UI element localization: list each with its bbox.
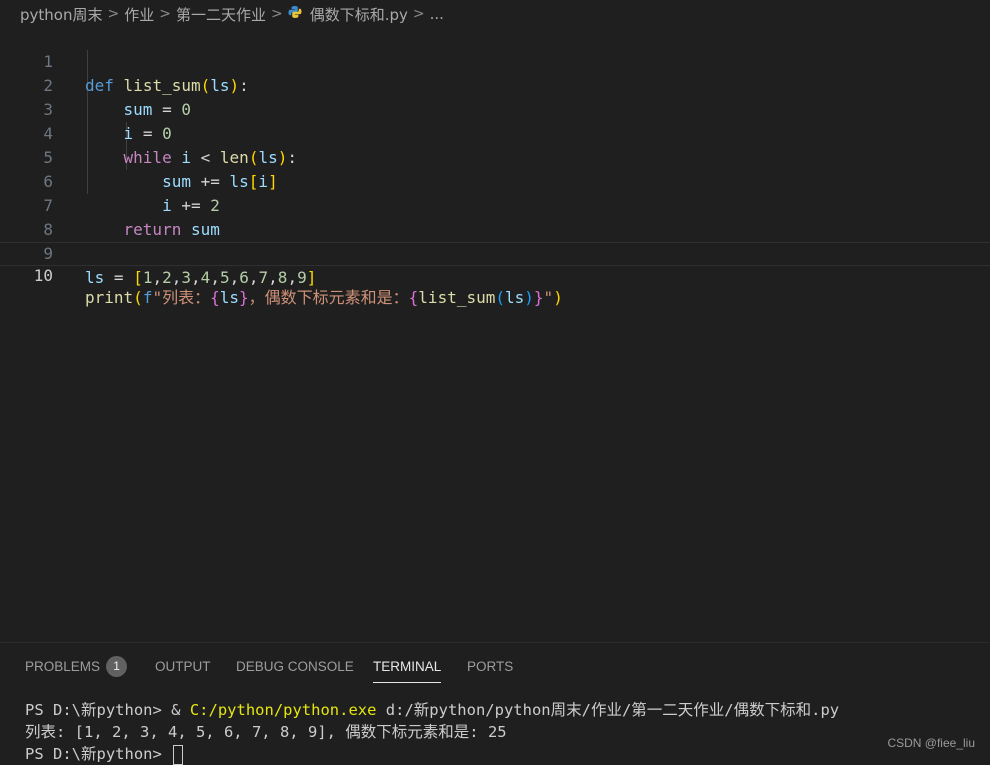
breadcrumb-item-python-weekend[interactable]: python周末 [20, 4, 102, 25]
breadcrumb-item-day-folder[interactable]: 第一二天作业 [176, 4, 266, 25]
code-line[interactable]: 1 def list_sum(ls): [0, 26, 990, 95]
tab-debug-console[interactable]: DEBUG CONSOLE [236, 656, 354, 682]
number-token: 8 [277, 268, 288, 287]
terminal-prompt: PS D:\新python> [25, 701, 172, 719]
number-token: 5 [219, 268, 230, 287]
function-token: list_sum [418, 288, 496, 307]
terminal-output[interactable]: PS D:\新python> & C:/python/python.exe d:… [25, 699, 839, 765]
breadcrumb-item-file[interactable]: 偶数下标和.py [310, 4, 408, 25]
chevron-right-icon: > [107, 6, 120, 22]
terminal-prompt: PS D:\新python> [25, 745, 172, 763]
terminal-exe-path: C:/python/python.exe [189, 701, 377, 719]
string-token: "列表： [152, 288, 211, 307]
code-line[interactable]: 8 [0, 194, 990, 239]
number-token: 7 [258, 268, 269, 287]
number-token: 6 [239, 268, 249, 287]
terminal-operator: & [171, 701, 190, 719]
chevron-right-icon: > [412, 6, 425, 22]
breadcrumb-item-homework[interactable]: 作业 [124, 4, 154, 25]
terminal-line: PS D:\新python> [25, 743, 839, 765]
code-line[interactable]: 7 return sum [0, 170, 990, 239]
tab-ports[interactable]: PORTS [467, 656, 513, 682]
code-line[interactable]: 2 sum = 0 [0, 50, 990, 119]
variable-token: ls [85, 268, 105, 287]
terminal-script-path: d:/新python/python周末/作业/第一二天作业/偶数下标和.py [376, 701, 840, 719]
chevron-right-icon: > [270, 6, 283, 22]
code-editor[interactable]: 1 def list_sum(ls): 2 sum = 0 3 i = 0 4 … [0, 26, 990, 642]
python-icon [288, 5, 302, 23]
bottom-panel: PROBLEMS 1 OUTPUT DEBUG CONSOLE TERMINAL … [0, 642, 990, 765]
string-token: ，偶数下标元素和是： [248, 288, 409, 307]
tab-output[interactable]: OUTPUT [155, 656, 211, 682]
problems-count-badge: 1 [106, 655, 128, 677]
code-line[interactable]: 5 sum += ls[i] [0, 122, 990, 191]
string-token: " [543, 288, 554, 307]
code-line[interactable]: 6 i += 2 [0, 146, 990, 215]
code-line[interactable]: 9 ls = [1,2,3,4,5,6,7,8,9] [0, 218, 990, 287]
fstring-prefix-token: f [142, 288, 153, 307]
terminal-cursor [173, 744, 184, 765]
number-token: 3 [181, 268, 192, 287]
number-token: 4 [200, 268, 211, 287]
code-line[interactable]: 4 while i < len(ls): [0, 98, 990, 167]
tab-problems[interactable]: PROBLEMS 1 [25, 655, 128, 682]
variable-token: ls [505, 288, 525, 307]
terminal-line: PS D:\新python> & C:/python/python.exe d:… [25, 699, 839, 721]
tab-label: PROBLEMS [25, 659, 101, 674]
watermark: CSDN @fiee_liu [887, 736, 975, 750]
tab-terminal[interactable]: TERMINAL [373, 656, 442, 683]
function-token: print [85, 288, 134, 307]
terminal-line: 列表: [1, 2, 3, 4, 5, 6, 7, 8, 9], 偶数下标元素和… [25, 723, 507, 741]
breadcrumb-item-symbols[interactable]: ... [430, 5, 444, 23]
line-number: 10 [33, 266, 53, 285]
number-token: 9 [297, 268, 307, 287]
chevron-right-icon: > [159, 6, 171, 22]
breadcrumb: python周末 > 作业 > 第一二天作业 > 偶数下标和.py > ... [0, 0, 990, 28]
number-token: 2 [162, 268, 172, 287]
code-line-current[interactable]: 10 print(f"列表：{ls}，偶数下标元素和是：{list_sum(ls… [0, 242, 990, 307]
variable-token: ls [219, 288, 239, 307]
code-line[interactable]: 3 i = 0 [0, 74, 990, 143]
panel-tabs: PROBLEMS 1 OUTPUT DEBUG CONSOLE TERMINAL … [0, 643, 990, 689]
